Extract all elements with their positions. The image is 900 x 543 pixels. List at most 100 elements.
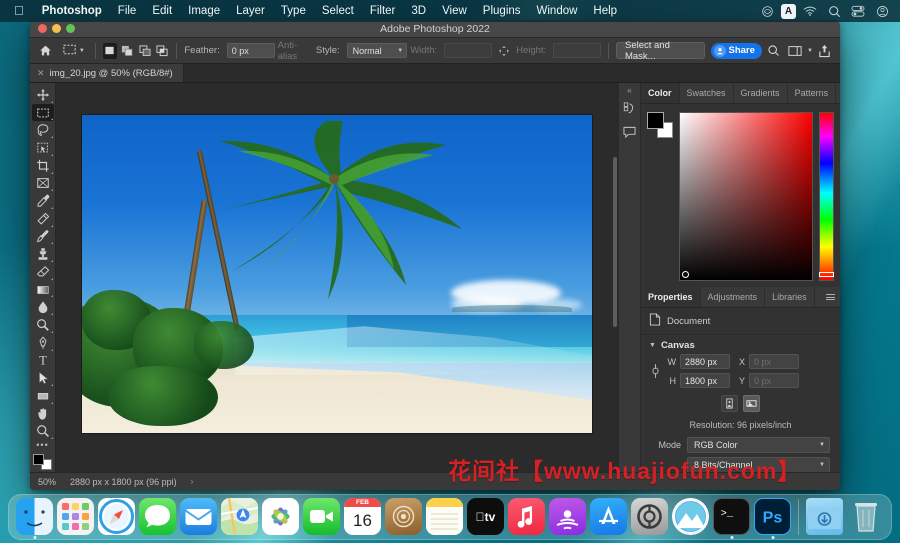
x-input[interactable]: 0 px [749,354,799,369]
more-tools-button[interactable]: ••• [36,440,48,451]
eyedropper-tool[interactable] [32,192,54,210]
color-swatches-mini[interactable] [32,453,54,472]
spot-healing-brush-tool[interactable] [32,210,54,228]
hue-slider[interactable] [819,112,834,281]
brush-tool[interactable] [32,228,54,246]
close-button[interactable] [38,24,47,33]
menu-item-help[interactable]: Help [585,5,625,17]
dock-item-photos[interactable] [262,498,299,535]
width-input[interactable]: 2880 px [680,354,730,369]
hue-slider-marker[interactable] [819,272,834,277]
panel-menu-icon[interactable] [836,83,840,103]
dock-item-facetime[interactable] [303,498,340,535]
menu-item-type[interactable]: Type [273,5,314,17]
document-image[interactable] [82,114,592,433]
menu-item-photoshop[interactable]: Photoshop [34,5,110,17]
menu-item-edit[interactable]: Edit [144,5,180,17]
tab-adjustments[interactable]: Adjustments [701,287,766,307]
menu-item-image[interactable]: Image [180,5,228,17]
chevron-down-icon[interactable]: ▼ [649,342,656,349]
dock-item-launchpad[interactable] [57,498,94,535]
tab-libraries[interactable]: Libraries [765,287,815,307]
new-selection-button[interactable] [102,42,118,59]
intersect-selection-button[interactable] [155,43,169,59]
subtract-from-selection-button[interactable] [138,43,152,59]
foreground-background-swatches[interactable] [647,112,673,138]
select-and-mask-button[interactable]: Select and Mask... [615,40,705,62]
menu-item-view[interactable]: View [434,5,475,17]
search-icon[interactable] [765,42,783,60]
dock-item-music[interactable] [508,498,545,535]
dock-item-photoshop[interactable]: Ps [754,498,791,539]
y-input[interactable]: 0 px [749,373,799,388]
path-selection-tool[interactable] [32,369,54,387]
home-icon[interactable] [36,42,56,60]
dock-item-maps[interactable] [221,498,258,535]
tab-properties[interactable]: Properties [641,287,701,307]
dock-item-mountain-app[interactable] [672,498,709,535]
color-picker-rail-icon[interactable] [621,100,639,118]
color-spectrum-field[interactable] [679,112,813,281]
menu-item-window[interactable]: Window [529,5,586,17]
hand-tool[interactable] [32,405,54,423]
chevron-down-icon[interactable]: ▼ [79,48,85,54]
share-export-icon[interactable] [816,42,834,60]
gradient-tool[interactable] [32,281,54,299]
window-titlebar[interactable]: Adobe Photoshop 2022 [30,20,840,38]
control-center-icon[interactable] [848,3,868,19]
menu-item-file[interactable]: File [110,5,145,17]
link-dimensions-icon[interactable] [649,362,661,380]
dock-item-apple-tv[interactable]: tv [467,498,504,535]
apple-logo-icon[interactable]:  [8,3,34,20]
dock-item-safari[interactable] [98,498,135,535]
menu-item-plugins[interactable]: Plugins [475,5,529,17]
menu-item-filter[interactable]: Filter [362,5,404,17]
zoom-tool[interactable] [32,422,54,440]
height-input[interactable]: 1800 px [680,373,730,388]
dock-item-messages[interactable] [139,498,176,535]
menu-item-layer[interactable]: Layer [228,5,273,17]
dock-item-mail[interactable] [180,498,217,535]
crop-tool[interactable] [32,157,54,175]
spotlight-search-icon[interactable] [824,3,844,19]
lasso-tool[interactable] [32,121,54,139]
zoom-level[interactable]: 50% [38,477,56,487]
canvas-vertical-scrollbar[interactable] [613,87,617,468]
active-tool-preset[interactable]: ▼ [59,41,88,61]
landscape-orientation-icon[interactable] [743,395,760,412]
comments-rail-icon[interactable] [621,123,639,141]
foreground-color-swatch[interactable] [32,454,44,466]
close-tab-icon[interactable]: ✕ [37,68,45,79]
style-select[interactable]: Normal ▼ [346,43,408,58]
canvas-area[interactable] [56,83,618,472]
rectangular-marquee-tool[interactable] [31,103,54,122]
dock-item-downloads-folder[interactable] [806,498,843,535]
frame-tool[interactable] [32,175,54,193]
move-tool[interactable] [32,86,54,104]
panel-menu-icon[interactable] [821,287,840,307]
bit-depth-select[interactable]: 8 Bits/Channel ▼ [687,457,830,472]
dock-item-notes[interactable] [426,498,463,535]
user-account-icon[interactable] [872,3,892,19]
canvas-section-header[interactable]: ▼ Canvas [641,335,840,354]
dock-item-calendar[interactable]: FEB 16 [344,498,381,535]
object-selection-tool[interactable] [32,139,54,157]
tab-color[interactable]: Color [641,83,680,103]
dodge-tool[interactable] [32,316,54,334]
rectangle-tool[interactable] [32,387,54,405]
input-source-A-icon[interactable]: A [781,3,796,19]
width-input[interactable] [444,43,493,58]
dock-item-podcasts-brown[interactable] [385,498,422,535]
clone-stamp-tool[interactable] [32,245,54,263]
tab-gradients[interactable]: Gradients [734,83,788,103]
dock-item-terminal[interactable]: >_ [713,498,750,539]
status-expand-icon[interactable]: › [191,477,194,486]
type-tool[interactable]: T [32,352,54,370]
menu-item-3d[interactable]: 3D [403,5,434,17]
tab-swatches[interactable]: Swatches [680,83,734,103]
wifi-icon[interactable] [800,3,820,19]
siri-icon[interactable] [757,3,777,19]
workspace-icon[interactable] [786,42,804,60]
maximize-button[interactable] [66,24,75,33]
eraser-tool[interactable] [32,263,54,281]
